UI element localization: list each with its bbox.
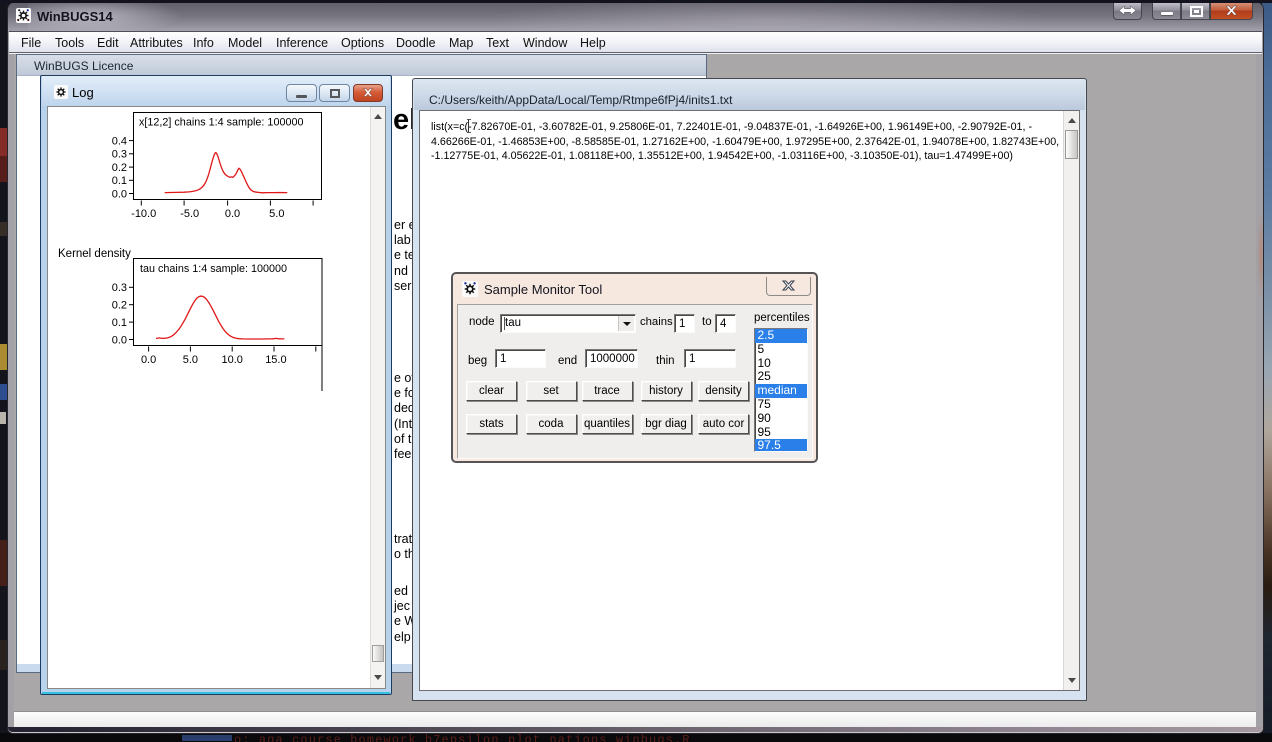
svg-text:0.3: 0.3 — [112, 282, 127, 294]
svg-text:15.0: 15.0 — [265, 354, 286, 366]
svg-text:10.0: 10.0 — [221, 354, 242, 366]
svg-text:0.1: 0.1 — [112, 317, 127, 329]
svg-text:Kernel density: Kernel density — [58, 248, 131, 260]
svg-text:0.0: 0.0 — [112, 188, 127, 200]
svg-text:5.0: 5.0 — [183, 354, 198, 366]
svg-text:-5.0: -5.0 — [180, 208, 199, 220]
svg-text:0.3: 0.3 — [112, 149, 127, 161]
svg-text:x[12,2] chains 1:4 sample: 100: x[12,2] chains 1:4 sample: 100000 — [139, 117, 303, 129]
svg-text:0.2: 0.2 — [112, 162, 127, 174]
svg-text:-10.0: -10.0 — [131, 208, 156, 220]
svg-text:0.0: 0.0 — [141, 354, 156, 366]
svg-text:tau chains 1:4 sample: 100000: tau chains 1:4 sample: 100000 — [140, 263, 287, 275]
svg-text:5.0: 5.0 — [269, 208, 284, 220]
svg-text:0.1: 0.1 — [112, 175, 127, 187]
svg-text:0.4: 0.4 — [112, 136, 127, 148]
svg-text:0.0: 0.0 — [112, 334, 127, 346]
svg-text:0.2: 0.2 — [112, 300, 127, 312]
svg-text:0.0: 0.0 — [225, 208, 240, 220]
